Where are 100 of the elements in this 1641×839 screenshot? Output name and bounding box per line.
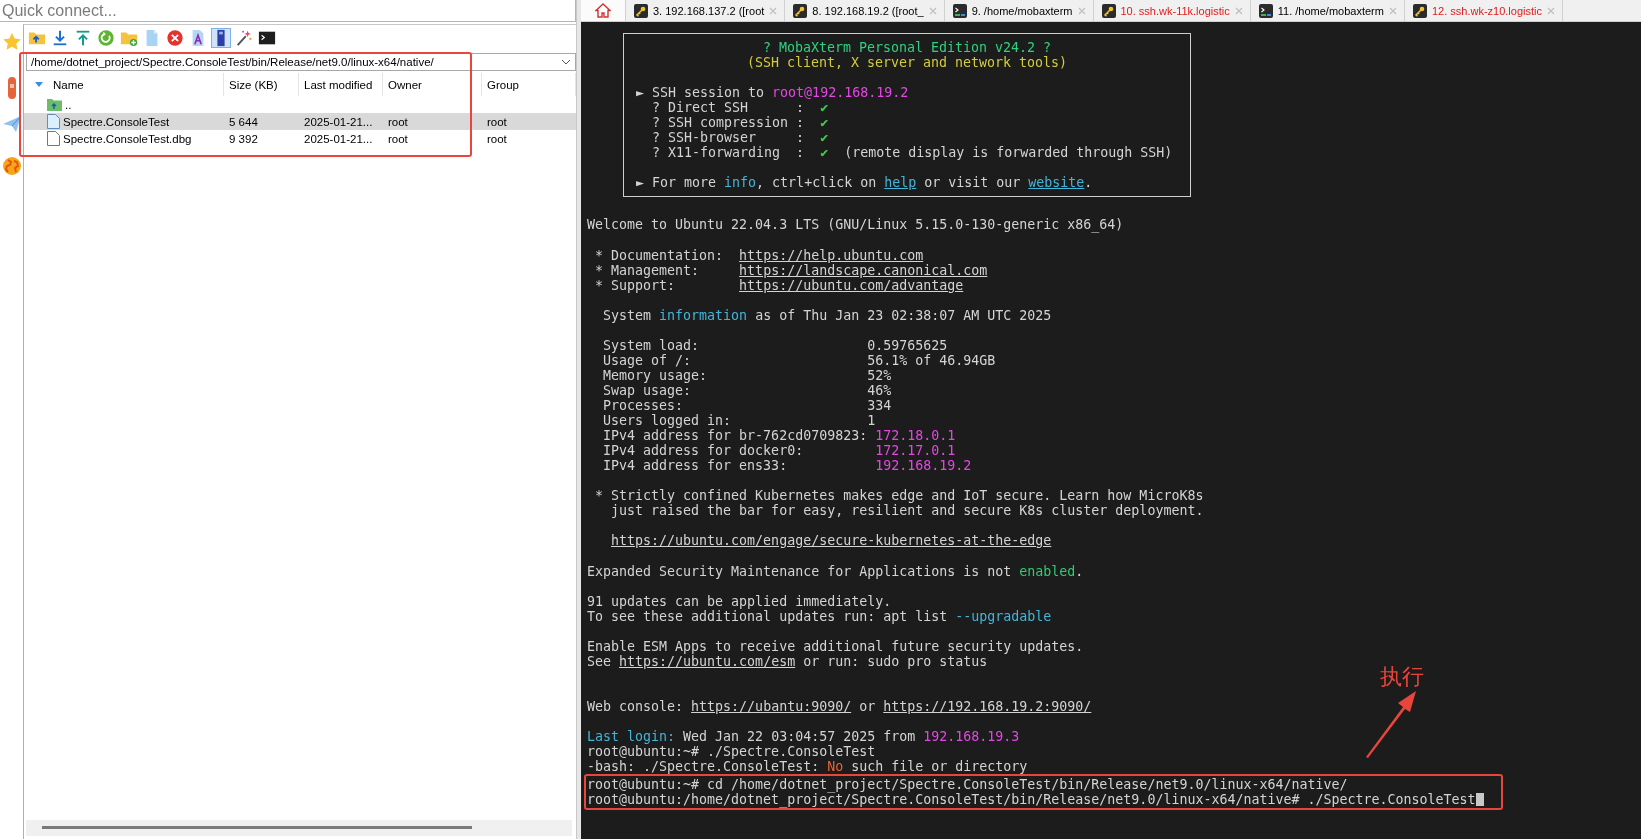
paper-plane-icon[interactable] (1, 114, 22, 134)
terminal-line: root@ubuntu:~# cd /home/dotnet_project/Spectre.ConsoleTest/bin/Release/net9.0/linux-x64/native/ (587, 777, 1348, 793)
terminal-line: ? X11-forwarding : ✔ (remote display is forwarded through SSH) (651, 145, 1174, 161)
terminal-line: just raised the bar for easy, resilient and secure K8s cluster deployment. (610, 503, 1205, 519)
column-header[interactable]: Last modified (299, 73, 383, 96)
terminal-link[interactable]: https://ubantu:9090/ (691, 698, 852, 714)
column-header[interactable]: Name (53, 78, 84, 91)
wand-icon (235, 29, 253, 47)
terminal-line: IPv4 address for br-762cd0709823: 172.18.0.1 (602, 428, 957, 444)
terminal-link[interactable]: https://ubuntu.com/engage/secure-kubernetes-at-the-edge (611, 533, 1052, 549)
banner-subtitle: (SSH client, X server and network tools) (745, 55, 1069, 71)
terminal-line: * Management: https://landscape.canonical.com (594, 262, 989, 278)
terminal-icon (258, 29, 276, 47)
terminal-line: 91 updates can be applied immediately. (587, 593, 893, 609)
terminal-line: Usage of /: 56.1% of 46.94GB (602, 352, 997, 368)
annotation-label: 执行 (1380, 663, 1424, 691)
tab-label: 11. /home/mobaxterm (1277, 4, 1384, 17)
refresh-button[interactable] (96, 28, 116, 48)
session-tab[interactable]: 9. /home/mobaxterm (944, 0, 1094, 21)
session-tab[interactable]: 8. 192.168.19.2 ([root_ (785, 0, 945, 21)
terminal-line: ? Direct SSH : ✔ (651, 100, 830, 116)
file-icon (47, 114, 60, 129)
delete-icon (166, 29, 184, 47)
quick-connect-field[interactable]: Quick connect... (0, 0, 576, 22)
terminal-line: Processes: 334 (602, 398, 893, 414)
horizontal-scrollbar[interactable] (26, 820, 572, 836)
terminal-link[interactable]: website (1028, 175, 1085, 191)
terminal-line: * Documentation: https://help.ubuntu.com (594, 247, 925, 263)
annotation-arrow (1363, 690, 1419, 758)
file-icon (47, 131, 60, 146)
terminal-line: * Support: https://ubuntu.com/advantage (594, 277, 964, 293)
terminal-line: root@ubuntu:/home/dotnet_project/Spectre.ConsoleTest/bin/Release/net9.0/linux-x64/native# ./Spectre.ConsoleTest (587, 792, 1501, 808)
globe-icon[interactable] (1, 156, 22, 176)
key-icon (1412, 3, 1427, 18)
column-header[interactable]: Size (KB) (224, 73, 299, 96)
terminal-line: IPv4 address for ens33: 192.168.19.2 (602, 458, 973, 474)
session-tab[interactable]: 10. ssh.wk-11k.logistic (1093, 0, 1251, 21)
terminal-line: -bash: ./Spectre.ConsoleTest: No such file or directory (587, 759, 1029, 775)
terminal-line: System load: 0.59765625 (602, 337, 949, 353)
session-tab[interactable]: 3. 192.168.137.2 ([root (626, 0, 786, 21)
download-icon (51, 29, 69, 47)
tab-label: 3. 192.168.137.2 ([root (653, 4, 765, 17)
terminal-line: * Strictly confined Kubernetes makes edge and IoT secure. Learn how MicroK8s (594, 488, 1205, 504)
table-cell: root (487, 115, 507, 128)
home-icon (595, 3, 611, 18)
terminal-line: ? SSH-browser : ✔ (651, 130, 830, 146)
tab-label: 9. /home/mobaxterm (971, 4, 1073, 17)
folder-up-icon (47, 98, 62, 111)
terminal-link[interactable]: https://landscape.canonical.com (739, 262, 988, 278)
table-cell: 9 392 (229, 132, 258, 145)
terminal-link[interactable]: https://192.168.19.2:9090/ (883, 698, 1092, 714)
terminal-line: ► SSH session to root@192.168.19.2 (636, 85, 910, 101)
terminal-line: Users logged in: 1 (602, 413, 877, 429)
terminal-line: See https://ubuntu.com/esm or run: sudo pro status (587, 653, 988, 669)
terminal-line: Memory usage: 52% (602, 367, 893, 383)
terminal-icon (1258, 3, 1273, 18)
path-dropdown[interactable]: /home/dotnet_project/Spectre.ConsoleTest/bin/Release/net9.0/linux-x64/native/ (26, 53, 576, 71)
terminal-line: IPv4 address for docker0: 172.17.0.1 (602, 443, 957, 459)
scroll-thumb[interactable] (42, 826, 472, 830)
tab-label: 10. ssh.wk-11k.logistic (1120, 4, 1230, 17)
table-cell: Spectre.ConsoleTest.dbg (63, 132, 192, 145)
session-tab[interactable]: 12. ssh.wk-z10.logistic (1404, 0, 1563, 21)
file-row[interactable]: Spectre.ConsoleTest.dbg 9 392 2025-01-21... root root (24, 130, 576, 147)
table-cell: 2025-01-21... (304, 132, 373, 145)
table-cell: 2025-01-21... (304, 115, 373, 128)
terminal-link[interactable]: https://help.ubuntu.com (739, 247, 924, 263)
key-icon (634, 3, 648, 18)
key-icon (1101, 3, 1116, 18)
file-row[interactable]: .. (24, 96, 576, 113)
table-cell: root (487, 132, 507, 145)
delete-button[interactable] (165, 28, 185, 48)
key-icon (793, 3, 808, 18)
bar-button[interactable] (211, 28, 231, 48)
wand-button[interactable] (234, 28, 254, 48)
terminal-line: To see these additional updates run: apt list --upgradable (587, 608, 1053, 624)
terminal-line: Web console: https://ubantu:9090/ or https://192.168.19.2:9090/ (587, 698, 1093, 714)
refresh-icon (97, 29, 115, 47)
session-tab[interactable]: 11. /home/mobaxterm (1250, 0, 1405, 21)
star-icon[interactable] (1, 32, 22, 52)
sort-arrow-icon[interactable] (35, 82, 43, 87)
terminal-link[interactable]: https://ubuntu.com/esm (619, 653, 796, 669)
terminal-link[interactable]: https://ubuntu.com/advantage (739, 277, 964, 293)
terminal-line: ► For more info, ctrl+click on help or visit our website. (636, 175, 1094, 191)
terminal-line: Swap usage: 46% (602, 383, 893, 399)
file-row[interactable]: Spectre.ConsoleTest 5 644 2025-01-21... root root (24, 113, 576, 130)
terminal-line: System information as of Thu Jan 23 02:38:07 AM UTC 2025 (602, 307, 1053, 323)
table-cell: .. (65, 98, 72, 111)
terminal-line: Last login: Wed Jan 22 03:04:57 2025 from 192.168.19.3 (587, 729, 1021, 745)
chevron-down-icon (561, 59, 571, 65)
table-cell: root (388, 132, 408, 145)
terminal-line: root@ubuntu:~# ./Spectre.ConsoleTest (587, 744, 877, 760)
terminal-line: Expanded Security Maintenance for Applications is not enabled. (587, 563, 1085, 579)
upload-icon (74, 29, 92, 47)
table-cell: root (388, 115, 408, 128)
column-header[interactable]: Owner (383, 73, 482, 96)
terminal-line: Enable ESM Apps to receive additional future security updates. (587, 638, 1085, 654)
table-cell: 5 644 (229, 115, 258, 128)
terminal-link[interactable]: help (884, 175, 917, 191)
terminal-line: Welcome to Ubuntu 22.04.3 LTS (GNU/Linux 5.15.0-130-generic x86_64) (587, 217, 1125, 233)
home-tab[interactable] (581, 0, 626, 21)
